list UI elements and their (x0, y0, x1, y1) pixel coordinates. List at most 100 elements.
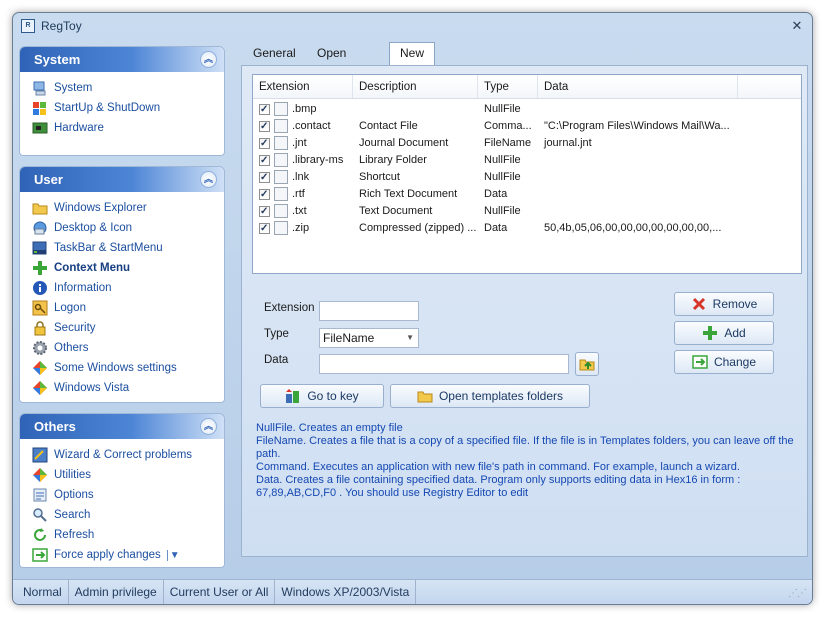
sidebar-item-wizard[interactable]: Wizard & Correct problems (32, 445, 224, 465)
wizard-icon (32, 447, 48, 463)
collapse-icon[interactable]: ︽ (200, 171, 217, 188)
sidebar-item-startup[interactable]: StartUp & ShutDown (32, 98, 224, 118)
cell-extension: .bmp (292, 103, 317, 115)
row-checkbox[interactable] (259, 186, 270, 203)
collapse-icon[interactable]: ︽ (200, 51, 217, 68)
sidebar-item-options[interactable]: Options (32, 485, 224, 505)
windows-flag-icon (32, 380, 48, 396)
resize-grip-icon[interactable]: ⋰⋰ (788, 588, 807, 599)
panel-system-title: System (34, 52, 81, 67)
row-checkbox[interactable] (259, 101, 270, 118)
table-row[interactable]: .contact Contact File Comma... "C:\Program … (253, 118, 801, 135)
sidebar-item-others[interactable]: Others (32, 338, 224, 358)
table-row[interactable]: .rtf Rich Text Document Data (253, 186, 801, 203)
table-row[interactable]: .bmp NullFile (253, 101, 801, 118)
cell-extension: .txt (292, 205, 307, 217)
table-row[interactable]: .jnt Journal Document FileName journal.jnt (253, 135, 801, 152)
go-to-key-button[interactable]: Go to key (260, 384, 384, 408)
tab-open-with[interactable]: Open With (307, 43, 356, 81)
table-row[interactable]: .zip Compressed (zipped) ... Data 50,4b,05,… (253, 220, 801, 237)
open-templates-folders-button[interactable]: Open templates folders (390, 384, 590, 408)
status-scope: Current User or All (164, 580, 276, 604)
tab-general[interactable]: General (243, 43, 306, 65)
help-command: Command. Executes an application with ne… (256, 461, 740, 473)
file-type-icon (274, 204, 288, 218)
tab-content-new: Extension Description Type Data .bmp Null… (241, 65, 808, 557)
status-bar: Normal Admin privilege Current User or A… (13, 579, 812, 604)
tab-new[interactable]: New (389, 42, 436, 66)
row-checkbox[interactable] (259, 203, 270, 220)
sidebar-item-taskbar[interactable]: TaskBar & StartMenu (32, 238, 224, 258)
sidebar-item-logon[interactable]: Logon (32, 298, 224, 318)
apply-icon (32, 547, 48, 563)
row-checkbox[interactable] (259, 220, 270, 237)
row-checkbox[interactable] (259, 118, 270, 135)
type-select[interactable]: FileName ▼ (319, 328, 419, 348)
cell-data (538, 186, 738, 203)
column-header-type[interactable]: Type (478, 75, 538, 98)
data-input[interactable] (319, 354, 569, 374)
panel-system: System ︽ System StartUp & ShutDown Hardw… (19, 46, 225, 156)
sidebar-item-utilities[interactable]: Utilities (32, 465, 224, 485)
app-window: R RegToy ✕ System ︽ System StartUp & Shu… (12, 12, 813, 605)
sidebar-item-refresh[interactable]: Refresh (32, 525, 224, 545)
row-checkbox[interactable] (259, 169, 270, 186)
column-header-data[interactable]: Data (538, 75, 738, 98)
chip-icon (32, 120, 48, 136)
remove-button[interactable]: Remove (674, 292, 774, 316)
remove-icon (691, 296, 707, 312)
force-apply-dropdown-icon[interactable]: ▼ (166, 549, 180, 561)
panel-user-header[interactable]: User ︽ (20, 167, 224, 192)
column-header-description[interactable]: Description (353, 75, 478, 98)
cell-description: Shortcut (359, 171, 400, 183)
sidebar-item-desktop-icon[interactable]: Desktop & Icon (32, 218, 224, 238)
taskbar-icon (32, 240, 48, 256)
table-row[interactable]: .library-ms Library Folder NullFile (253, 152, 801, 169)
file-type-icon (274, 119, 288, 133)
cell-type: NullFile (484, 154, 521, 166)
sidebar-item-context-menu[interactable]: Context Menu (32, 258, 224, 278)
table-row[interactable]: .txt Text Document NullFile (253, 203, 801, 220)
help-data: Data. Creates a file containing specifie… (256, 474, 741, 499)
cell-type: FileName (484, 137, 532, 149)
status-privilege: Admin privilege (69, 580, 164, 604)
panel-others-header[interactable]: Others ︽ (20, 414, 224, 439)
sidebar-item-force-apply[interactable]: Force apply changes ▼ (32, 545, 224, 565)
panel-system-header[interactable]: System ︽ (20, 47, 224, 72)
extension-input[interactable] (319, 301, 419, 321)
change-button[interactable]: Change (674, 350, 774, 374)
sidebar-item-windows-vista[interactable]: Windows Vista (32, 378, 224, 398)
table-row[interactable]: .lnk Shortcut NullFile (253, 169, 801, 186)
row-checkbox[interactable] (259, 152, 270, 169)
column-header-extension[interactable]: Extension (253, 75, 353, 98)
data-label: Data (264, 354, 289, 366)
collapse-icon[interactable]: ︽ (200, 418, 217, 435)
folder-icon (417, 388, 433, 404)
row-checkbox[interactable] (259, 135, 270, 152)
sidebar-item-information[interactable]: Information (32, 278, 224, 298)
refresh-icon (32, 527, 48, 543)
folder-icon (32, 200, 48, 216)
sidebar-item-windows-explorer[interactable]: Windows Explorer (32, 198, 224, 218)
cell-extension: .rtf (292, 188, 305, 200)
sidebar-item-security[interactable]: Security (32, 318, 224, 338)
apply-icon (692, 354, 708, 370)
cell-extension: .library-ms (292, 154, 344, 166)
panel-user-title: User (34, 172, 63, 187)
sidebar-item-search[interactable]: Search (32, 505, 224, 525)
close-button[interactable]: ✕ (788, 18, 806, 34)
folder-up-icon (579, 356, 595, 372)
sidebar-item-hardware[interactable]: Hardware (32, 118, 224, 138)
sidebar-item-some-windows-settings[interactable]: Some Windows settings (32, 358, 224, 378)
sidebar-item-system[interactable]: System (32, 78, 224, 98)
add-button[interactable]: Add (674, 321, 774, 345)
type-select-value: FileName (323, 331, 375, 345)
cell-description: Library Folder (359, 154, 427, 166)
title-bar[interactable]: R RegToy ✕ (13, 13, 812, 42)
plus-icon (32, 260, 48, 276)
browse-button[interactable] (575, 352, 599, 376)
cell-extension: .lnk (292, 171, 310, 183)
table-body: .bmp NullFile .contact Contact File Comma...… (253, 99, 801, 237)
cell-data (538, 203, 738, 220)
help-text: NullFile. Creates an empty file FileName… (256, 422, 796, 500)
